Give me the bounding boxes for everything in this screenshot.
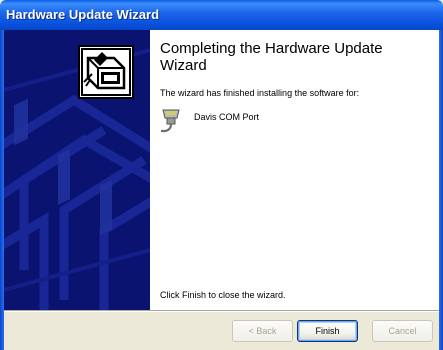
window-frame-right <box>439 30 443 350</box>
device-name: Davis COM Port <box>194 112 260 122</box>
banner-graphic <box>4 30 150 310</box>
serial-port-connector-icon <box>161 109 180 133</box>
button-separator <box>4 310 439 312</box>
wizard-heading: Completing the Hardware Update Wizard <box>160 40 383 74</box>
window-title: Hardware Update Wizard <box>6 7 160 22</box>
finish-instruction: Click Finish to close the wizard. <box>160 290 286 300</box>
cancel-button[interactable]: Cancel <box>372 320 433 342</box>
wizard-banner <box>4 30 150 310</box>
hardware-wizard-icon <box>78 45 134 99</box>
hardware-update-wizard-window: Hardware Update Wizard Completing the Ha… <box>0 0 443 350</box>
title-bar[interactable]: Hardware Update Wizard <box>0 0 443 30</box>
back-button[interactable]: < Back <box>232 320 293 342</box>
finish-button[interactable]: Finish <box>297 320 358 342</box>
wizard-content-panel: Completing the Hardware Update Wizard Th… <box>150 30 439 310</box>
completion-message: The wizard has finished installing the s… <box>160 88 360 98</box>
